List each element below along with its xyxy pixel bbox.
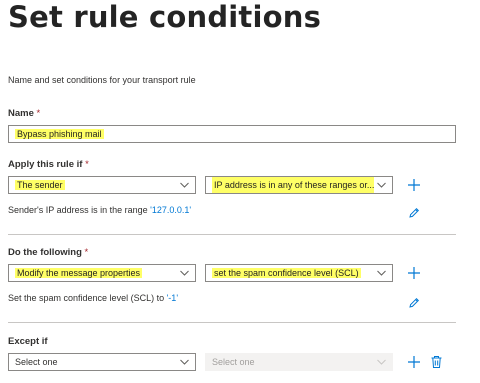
- do-following-property-dropdown[interactable]: set the spam confidence level (SCL): [205, 264, 393, 282]
- chevron-down-icon: [180, 359, 189, 365]
- plus-icon[interactable]: [407, 266, 421, 280]
- apply-if-condition-value: The sender: [15, 180, 65, 190]
- except-if-label: Except if: [8, 336, 48, 347]
- apply-if-summary-link[interactable]: '127.0.0.1': [150, 205, 191, 215]
- do-following-property-value: set the spam confidence level (SCL): [212, 268, 361, 278]
- except-if-condition-dropdown[interactable]: Select one: [8, 353, 196, 371]
- do-following-summary: Set the spam confidence level (SCL) to '…: [8, 293, 178, 303]
- except-if-predicate-dropdown: Select one: [205, 353, 393, 371]
- apply-if-predicate-value: IP address is in any of these ranges or.…: [212, 177, 374, 193]
- apply-if-summary: Sender's IP address is in the range '127…: [8, 205, 191, 215]
- apply-if-summary-text: Sender's IP address is in the range: [8, 205, 151, 215]
- chevron-down-icon: [180, 182, 189, 188]
- do-following-label: Do the following *: [8, 247, 88, 258]
- do-following-summary-text: Set the spam confidence level (SCL) to: [8, 293, 167, 303]
- page-title: Set rule conditions: [8, 0, 322, 34]
- plus-icon[interactable]: [407, 355, 421, 369]
- do-following-action-value: Modify the message properties: [15, 268, 143, 278]
- pencil-icon[interactable]: [408, 297, 420, 309]
- do-following-label-text: Do the following: [8, 247, 82, 258]
- section-divider: [8, 322, 456, 323]
- chevron-down-icon: [377, 270, 386, 276]
- required-mark: *: [81, 247, 89, 258]
- except-if-predicate-placeholder: Select one: [212, 357, 255, 367]
- apply-if-predicate-dropdown[interactable]: IP address is in any of these ranges or.…: [205, 176, 393, 194]
- required-mark: *: [33, 108, 41, 119]
- page-subtitle: Name and set conditions for your transpo…: [8, 75, 196, 85]
- required-mark: *: [82, 159, 89, 170]
- trash-icon[interactable]: [430, 355, 443, 369]
- chevron-down-icon: [377, 359, 386, 365]
- chevron-down-icon: [180, 270, 189, 276]
- do-following-action-dropdown[interactable]: Modify the message properties: [8, 264, 196, 282]
- chevron-down-icon: [377, 182, 386, 188]
- pencil-icon[interactable]: [408, 207, 420, 219]
- name-input-value: Bypass phishing mail: [15, 129, 104, 139]
- plus-icon[interactable]: [407, 178, 421, 192]
- section-divider: [8, 234, 456, 235]
- do-following-summary-link[interactable]: '-1': [167, 293, 178, 303]
- name-label-text: Name: [8, 108, 34, 119]
- name-input[interactable]: Bypass phishing mail: [8, 125, 456, 143]
- apply-if-label: Apply this rule if *: [8, 159, 89, 170]
- apply-if-label-text: Apply this rule if: [8, 159, 83, 170]
- apply-if-condition-dropdown[interactable]: The sender: [8, 176, 196, 194]
- name-label: Name *: [8, 108, 40, 119]
- except-if-condition-placeholder: Select one: [15, 357, 58, 367]
